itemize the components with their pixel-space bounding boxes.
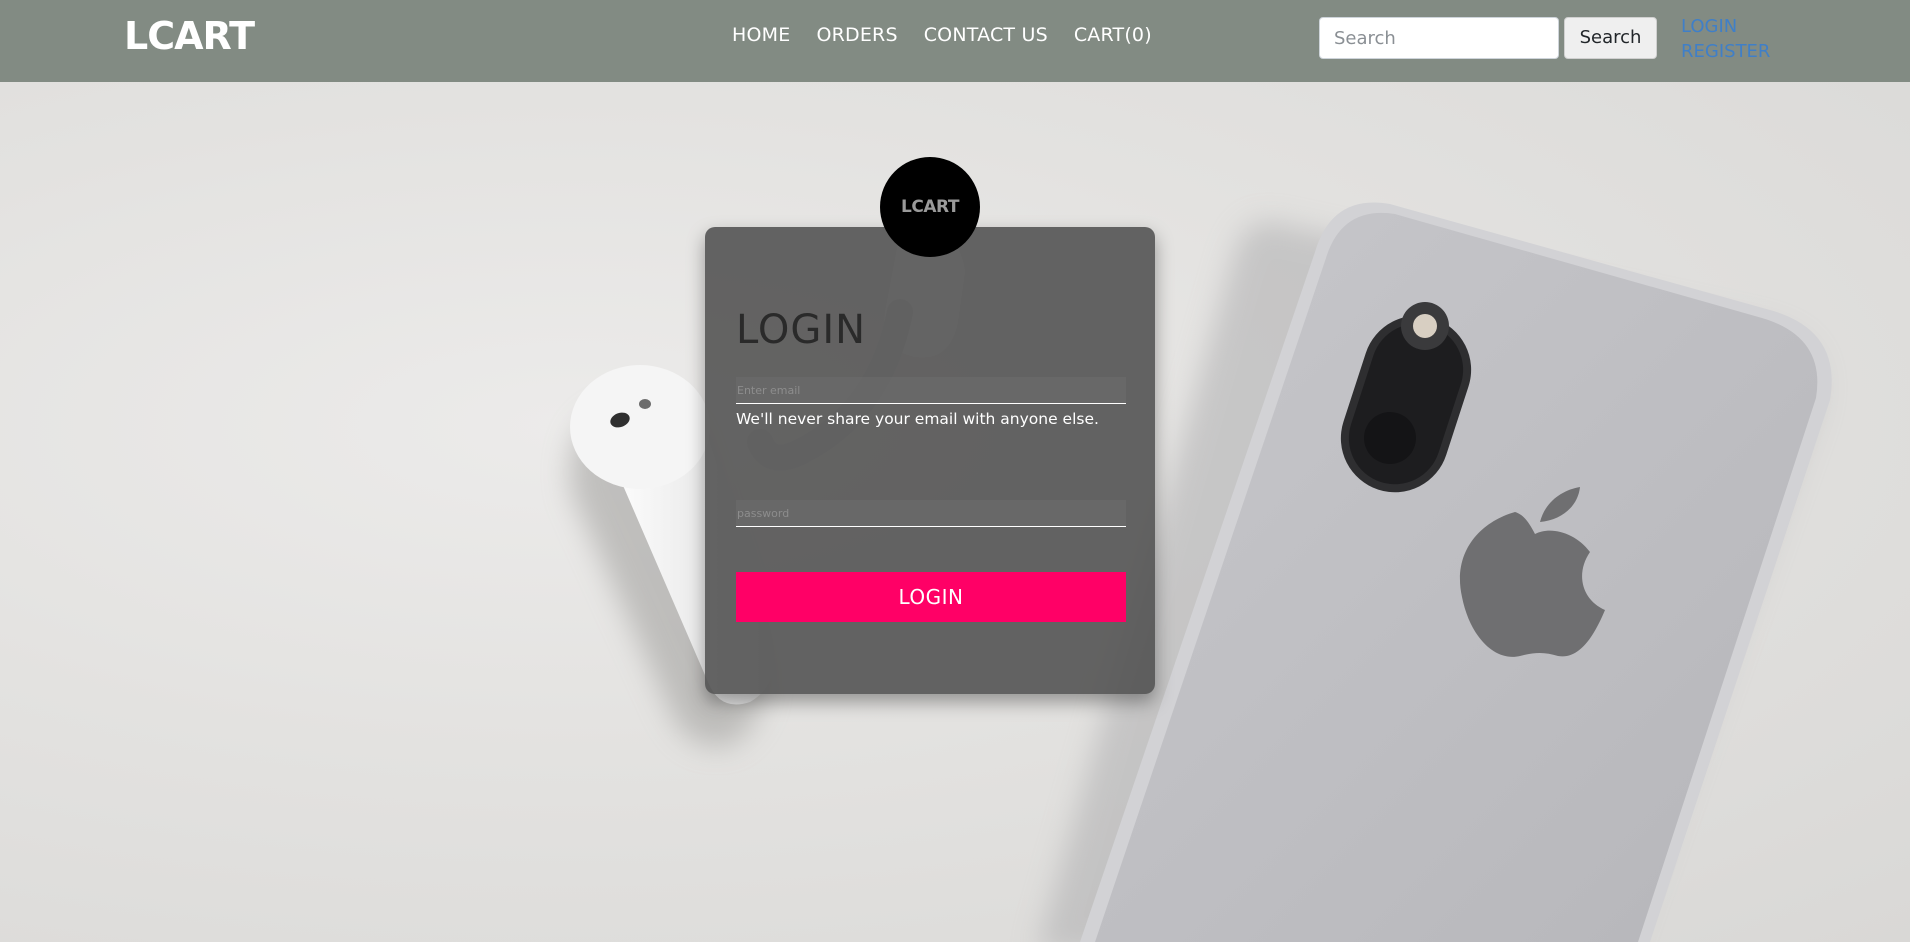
search-button[interactable]: Search — [1564, 17, 1657, 59]
lcart-logo-avatar: LCART — [880, 157, 980, 257]
navbar: LCART HOME ORDERS CONTACT US CART(0) Sea… — [0, 0, 1910, 82]
password-field[interactable] — [736, 500, 1126, 527]
login-link[interactable]: LOGIN — [1681, 14, 1770, 39]
register-link[interactable]: REGISTER — [1681, 39, 1770, 64]
nav-link-cart[interactable]: CART(0) — [1074, 24, 1152, 46]
smartphone-image — [1039, 202, 1832, 942]
search-input[interactable] — [1319, 17, 1559, 59]
email-help-text: We'll never share your email with anyone… — [736, 410, 1099, 428]
auth-links: LOGIN REGISTER — [1681, 14, 1770, 64]
nav-link-contact-us[interactable]: CONTACT US — [924, 24, 1048, 46]
login-submit-button[interactable]: LOGIN — [736, 572, 1126, 622]
nav-link-home[interactable]: HOME — [732, 24, 790, 46]
nav-links: HOME ORDERS CONTACT US CART(0) — [732, 24, 1152, 46]
nav-link-orders[interactable]: ORDERS — [816, 24, 897, 46]
login-card: LOGIN We'll never share your email with … — [705, 227, 1155, 694]
email-field[interactable] — [736, 377, 1126, 404]
logo-text: LCART — [901, 197, 959, 217]
brand-logo[interactable]: LCART — [124, 14, 255, 58]
login-title: LOGIN — [736, 307, 867, 353]
